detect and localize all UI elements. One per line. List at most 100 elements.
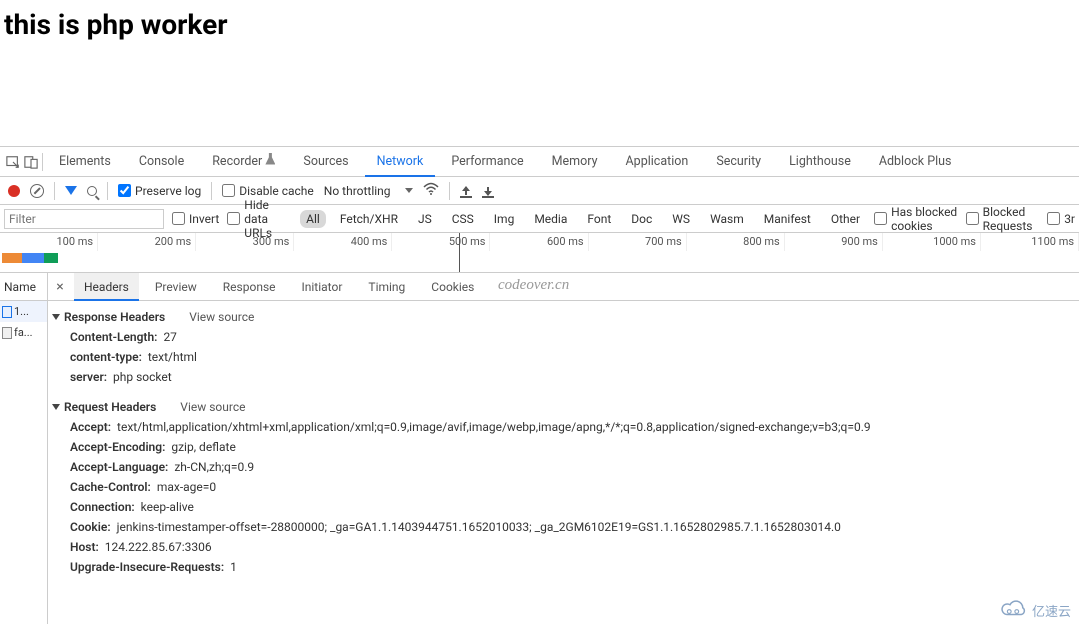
- tab-recorder[interactable]: Recorder: [200, 147, 287, 177]
- type-wasm[interactable]: Wasm: [704, 210, 750, 228]
- tick: 500 ms: [392, 233, 490, 251]
- name-column: Name 1... fa...: [0, 273, 48, 624]
- timeline-bars: [2, 253, 58, 263]
- detail-tab-response[interactable]: Response: [213, 273, 286, 301]
- tab-lighthouse[interactable]: Lighthouse: [777, 147, 863, 177]
- separator: [449, 182, 450, 200]
- type-font[interactable]: Font: [581, 210, 617, 228]
- view-source-link[interactable]: View source: [180, 400, 245, 414]
- device-toolbar-icon[interactable]: [24, 155, 38, 169]
- invert-checkbox[interactable]: Invert: [172, 212, 219, 226]
- view-source-link[interactable]: View source: [189, 310, 254, 324]
- header-item: Accept:text/html,application/xhtml+xml,a…: [52, 417, 1079, 437]
- record-button[interactable]: [8, 185, 20, 197]
- filter-row: Invert Hide data URLs All Fetch/XHR JS C…: [0, 205, 1079, 233]
- header-item: Connection:keep-alive: [52, 497, 1079, 517]
- timeline-ticks: 100 ms 200 ms 300 ms 400 ms 500 ms 600 m…: [0, 233, 1079, 251]
- filter-input[interactable]: [4, 209, 164, 229]
- response-headers-section[interactable]: Response Headers View source: [52, 307, 1079, 327]
- tab-performance[interactable]: Performance: [439, 147, 535, 177]
- type-fetch-xhr[interactable]: Fetch/XHR: [334, 210, 404, 228]
- devtools-tab-bar: Elements Console Recorder Sources Networ…: [0, 147, 1079, 177]
- header-item: Accept-Language:zh-CN,zh;q=0.9: [52, 457, 1079, 477]
- devtools-panel: Elements Console Recorder Sources Networ…: [0, 146, 1079, 624]
- type-doc[interactable]: Doc: [625, 210, 658, 228]
- disable-cache-checkbox[interactable]: Disable cache: [222, 184, 314, 198]
- clear-button[interactable]: [30, 184, 44, 198]
- detail-tab-cookies[interactable]: Cookies: [421, 273, 484, 301]
- document-icon: [2, 306, 12, 318]
- detail-tab-timing[interactable]: Timing: [358, 273, 415, 301]
- type-js[interactable]: JS: [412, 210, 438, 228]
- tab-network[interactable]: Network: [365, 147, 436, 177]
- beta-icon: [265, 153, 275, 165]
- close-detail-button[interactable]: ×: [52, 279, 68, 295]
- separator: [54, 182, 55, 200]
- search-icon[interactable]: [87, 186, 97, 196]
- tick: 1000 ms: [883, 233, 981, 251]
- tab-adblock[interactable]: Adblock Plus: [867, 147, 964, 177]
- download-har-icon[interactable]: [482, 184, 494, 198]
- tick: 1100 ms: [981, 233, 1079, 251]
- detail-column: × Headers Preview Response Initiator Tim…: [48, 273, 1079, 624]
- tick: 200 ms: [98, 233, 196, 251]
- request-headers-section[interactable]: Request Headers View source: [52, 397, 1079, 417]
- brand-logo: 亿速云: [998, 600, 1071, 620]
- detail-tab-headers[interactable]: Headers: [74, 273, 139, 301]
- detail-area: Name 1... fa... × Headers Preview Respon…: [0, 273, 1079, 624]
- type-manifest[interactable]: Manifest: [758, 210, 817, 228]
- type-all[interactable]: All: [300, 210, 326, 228]
- tick: 400 ms: [294, 233, 392, 251]
- tab-sources[interactable]: Sources: [291, 147, 360, 177]
- request-row[interactable]: fa...: [0, 322, 47, 343]
- timeline-cursor: [459, 233, 460, 272]
- network-conditions-icon[interactable]: [423, 182, 439, 199]
- header-item: content-type:text/html: [52, 347, 1079, 367]
- separator: [107, 182, 108, 200]
- timeline-overview[interactable]: 100 ms 200 ms 300 ms 400 ms 500 ms 600 m…: [0, 233, 1079, 273]
- header-item: Host:124.222.85.67:3306: [52, 537, 1079, 557]
- preserve-log-checkbox[interactable]: Preserve log: [118, 184, 201, 198]
- blocked-cookies-checkbox[interactable]: Has blocked cookies: [874, 205, 958, 233]
- type-img[interactable]: Img: [488, 210, 521, 228]
- detail-tabs: × Headers Preview Response Initiator Tim…: [48, 273, 1079, 301]
- tab-memory[interactable]: Memory: [540, 147, 610, 177]
- tick: 700 ms: [589, 233, 687, 251]
- type-media[interactable]: Media: [528, 210, 573, 228]
- tab-security[interactable]: Security: [704, 147, 773, 177]
- header-item: Accept-Encoding:gzip, deflate: [52, 437, 1079, 457]
- separator: [211, 182, 212, 200]
- page-heading: this is php worker: [4, 8, 1075, 41]
- type-css[interactable]: CSS: [446, 210, 480, 228]
- filter-icon[interactable]: [65, 186, 77, 195]
- throttling-select[interactable]: No throttling: [324, 184, 413, 198]
- detail-tab-initiator[interactable]: Initiator: [292, 273, 353, 301]
- tab-console[interactable]: Console: [127, 147, 196, 177]
- header-item: Cache-Control:max-age=0: [52, 477, 1079, 497]
- watermark: codeover.cn: [498, 277, 569, 294]
- tab-application[interactable]: Application: [614, 147, 701, 177]
- upload-har-icon[interactable]: [460, 184, 472, 198]
- tick: 900 ms: [785, 233, 883, 251]
- document-icon: [2, 327, 12, 339]
- request-row[interactable]: 1...: [0, 301, 47, 322]
- inspect-element-icon[interactable]: [6, 155, 20, 169]
- header-item: Content-Length:27: [52, 327, 1079, 347]
- tick: 800 ms: [687, 233, 785, 251]
- name-header[interactable]: Name: [0, 273, 47, 301]
- blocked-requests-checkbox[interactable]: Blocked Requests: [966, 205, 1040, 233]
- type-ws[interactable]: WS: [666, 210, 696, 228]
- chevron-down-icon: [405, 188, 413, 193]
- tab-elements[interactable]: Elements: [47, 147, 123, 177]
- headers-pane[interactable]: Response Headers View source Content-Len…: [48, 301, 1079, 624]
- tick: 600 ms: [490, 233, 588, 251]
- caret-down-icon: [52, 314, 60, 320]
- tick: 300 ms: [196, 233, 294, 251]
- type-other[interactable]: Other: [825, 210, 866, 228]
- third-party-checkbox[interactable]: 3r: [1047, 212, 1075, 226]
- header-item: Upgrade-Insecure-Requests:1: [52, 557, 1079, 577]
- detail-tab-preview[interactable]: Preview: [145, 273, 207, 301]
- network-toolbar: Preserve log Disable cache No throttling: [0, 177, 1079, 205]
- separator: [42, 153, 43, 171]
- tick: 100 ms: [0, 233, 98, 251]
